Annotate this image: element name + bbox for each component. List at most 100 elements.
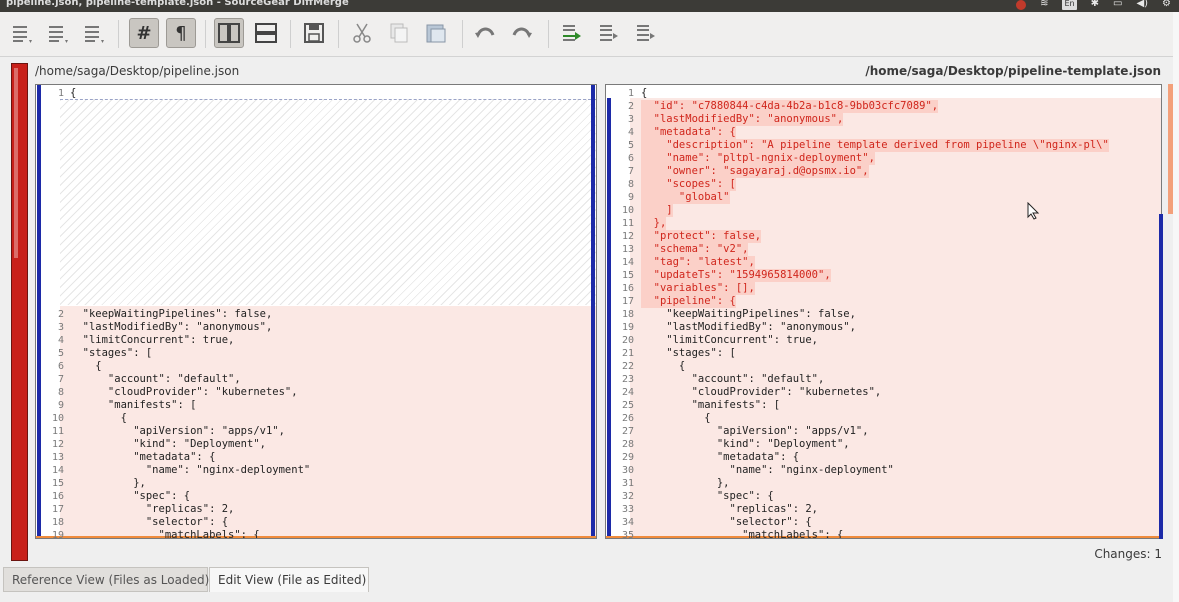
next-change-icon[interactable] — [78, 18, 108, 48]
changes-count: Changes: 1 — [1094, 547, 1162, 561]
line-number: 10 — [621, 205, 634, 216]
code-line[interactable]: 18 "keepWaitingPipelines": false, — [606, 308, 1161, 321]
code-line[interactable]: 27 "apiVersion": "apps/v1", — [606, 425, 1161, 438]
prev-change-icon[interactable] — [42, 18, 72, 48]
code-line[interactable]: 9 "manifests": [ — [36, 399, 596, 412]
code-line[interactable]: 26 { — [606, 412, 1161, 425]
volume-icon[interactable]: ◀) — [1136, 0, 1148, 10]
apply-right-icon[interactable] — [594, 18, 624, 48]
toolbar: # ¶ — [0, 12, 1179, 57]
code-line[interactable]: 35 "matchLabels": { — [606, 529, 1161, 539]
apply-left-icon[interactable] — [557, 18, 587, 48]
code-line[interactable]: 15 }, — [36, 477, 596, 490]
code-line[interactable]: 31 }, — [606, 477, 1161, 490]
code-line[interactable]: 23 "account": "default", — [606, 373, 1161, 386]
code-text: "replicas": 2, — [70, 503, 235, 515]
code-line[interactable]: 12 "kind": "Deployment", — [36, 438, 596, 451]
line-number: 33 — [621, 504, 634, 515]
code-line[interactable]: 11 "apiVersion": "apps/v1", — [36, 425, 596, 438]
line-number: 13 — [621, 244, 634, 255]
code-line[interactable]: 13 "metadata": { — [36, 451, 596, 464]
code-line[interactable]: 8 "scopes": [ — [606, 178, 1161, 191]
code-line[interactable]: 32 "spec": { — [606, 490, 1161, 503]
keyboard-language[interactable]: En — [1062, 0, 1077, 10]
code-text: "stages": [ — [641, 347, 736, 359]
apply-all-icon[interactable] — [631, 18, 661, 48]
system-tray: ≋ En ✱ ▭ ◀) ⚙ — [1016, 0, 1171, 10]
bluetooth-icon[interactable]: ✱ — [1091, 0, 1099, 10]
line-number: 5 — [627, 140, 634, 151]
code-line[interactable]: 3 "lastModifiedBy": "anonymous", — [606, 113, 1161, 126]
settings-gear-icon[interactable]: ⚙ — [1162, 0, 1171, 10]
code-line[interactable]: 6 { — [36, 360, 596, 373]
tab-edit-view[interactable]: Edit View (File as Edited) — [209, 567, 369, 592]
code-line[interactable]: 1{ — [606, 87, 1161, 100]
code-line[interactable]: 2 "keepWaitingPipelines": false, — [36, 308, 596, 321]
code-line[interactable]: 25 "manifests": [ — [606, 399, 1161, 412]
copy-icon[interactable] — [384, 18, 414, 48]
code-line[interactable]: 11 }, — [606, 217, 1161, 230]
line-number: 1 — [57, 88, 64, 99]
code-line[interactable]: 14 "name": "nginx-deployment" — [36, 464, 596, 477]
line-number: 35 — [621, 530, 634, 539]
toolbar-separator — [462, 20, 463, 48]
code-line[interactable]: 19 "matchLabels": { — [36, 529, 596, 538]
top-bottom-icon[interactable] — [251, 18, 281, 48]
code-line[interactable]: 5 "stages": [ — [36, 347, 596, 360]
code-line[interactable]: 10 { — [36, 412, 596, 425]
undo-icon[interactable] — [470, 18, 500, 48]
record-indicator-icon[interactable] — [1016, 0, 1027, 10]
battery-icon[interactable]: ▭ — [1113, 0, 1122, 10]
code-line[interactable]: 10 ] — [606, 204, 1161, 217]
code-line[interactable]: 4 "metadata": { — [606, 126, 1161, 139]
side-by-side-icon[interactable] — [214, 18, 244, 48]
code-text: "id": "c7880844-c4da-4b2a-b1c8-9bb03cfc7… — [641, 100, 939, 113]
code-text: "manifests": [ — [70, 399, 197, 411]
code-line[interactable]: 29 "metadata": { — [606, 451, 1161, 464]
code-line[interactable]: 2 "id": "c7880844-c4da-4b2a-b1c8-9bb03cf… — [606, 100, 1161, 113]
code-line[interactable]: 14 "tag": "latest", — [606, 256, 1161, 269]
code-line[interactable]: 13 "schema": "v2", — [606, 243, 1161, 256]
code-line[interactable]: 28 "kind": "Deployment", — [606, 438, 1161, 451]
code-line[interactable]: 7 "owner": "sagayaraj.d@opsmx.io", — [606, 165, 1161, 178]
left-file-path: /home/saga/Desktop/pipeline.json — [35, 64, 240, 78]
code-line[interactable]: 5 "description": "A pipeline template de… — [606, 139, 1161, 152]
tab-reference-view[interactable]: Reference View (Files as Loaded) — [3, 567, 209, 592]
code-line[interactable]: 4 "limitConcurrent": true, — [36, 334, 596, 347]
code-line[interactable]: 34 "selector": { — [606, 516, 1161, 529]
code-line[interactable]: 6 "name": "pltpl-ngnix-deployment", — [606, 152, 1161, 165]
code-line[interactable]: 17 "pipeline": { — [606, 295, 1161, 308]
line-number: 15 — [621, 270, 634, 281]
left-editor-pane[interactable]: 1{ 2 "keepWaitingPipelines": false, 3 "las… — [35, 84, 597, 539]
first-change-icon[interactable] — [6, 18, 36, 48]
redo-icon[interactable] — [507, 18, 537, 48]
code-line[interactable]: 16 "variables": [], — [606, 282, 1161, 295]
code-line[interactable]: 24 "cloudProvider": "kubernetes", — [606, 386, 1161, 399]
code-line[interactable]: 20 "limitConcurrent": true, — [606, 334, 1161, 347]
code-line[interactable]: 12 "protect": false, — [606, 230, 1161, 243]
difference-overview-bar[interactable] — [11, 63, 28, 561]
save-icon[interactable] — [299, 18, 329, 48]
code-line[interactable]: 7 "account": "default", — [36, 373, 596, 386]
code-line[interactable]: 17 "replicas": 2, — [36, 503, 596, 516]
code-line[interactable]: 3 "lastModifiedBy": "anonymous", — [36, 321, 596, 334]
pilcrow-icon[interactable]: ¶ — [166, 18, 196, 48]
code-line[interactable]: 21 "stages": [ — [606, 347, 1161, 360]
code-line[interactable]: 16 "spec": { — [36, 490, 596, 503]
wifi-icon[interactable]: ≋ — [1040, 0, 1048, 10]
code-line[interactable]: 30 "name": "nginx-deployment" — [606, 464, 1161, 477]
code-line[interactable]: 9 "global" — [606, 191, 1161, 204]
right-editor-pane[interactable]: 1{2 "id": "c7880844-c4da-4b2a-b1c8-9bb03… — [605, 84, 1162, 539]
code-line[interactable]: 8 "cloudProvider": "kubernetes", — [36, 386, 596, 399]
code-line[interactable]: 33 "replicas": 2, — [606, 503, 1161, 516]
cut-icon[interactable] — [347, 18, 377, 48]
line-number: 17 — [621, 296, 634, 307]
code-line[interactable]: 19 "lastModifiedBy": "anonymous", — [606, 321, 1161, 334]
paste-icon[interactable] — [421, 18, 451, 48]
code-line[interactable]: 22 { — [606, 360, 1161, 373]
code-line[interactable]: 15 "updateTs": "1594965814000", — [606, 269, 1161, 282]
code-line[interactable]: 18 "selector": { — [36, 516, 596, 529]
code-text: "protect": false, — [641, 230, 762, 243]
line-numbers-icon[interactable]: # — [129, 18, 159, 48]
code-line[interactable]: 1{ — [36, 87, 596, 100]
